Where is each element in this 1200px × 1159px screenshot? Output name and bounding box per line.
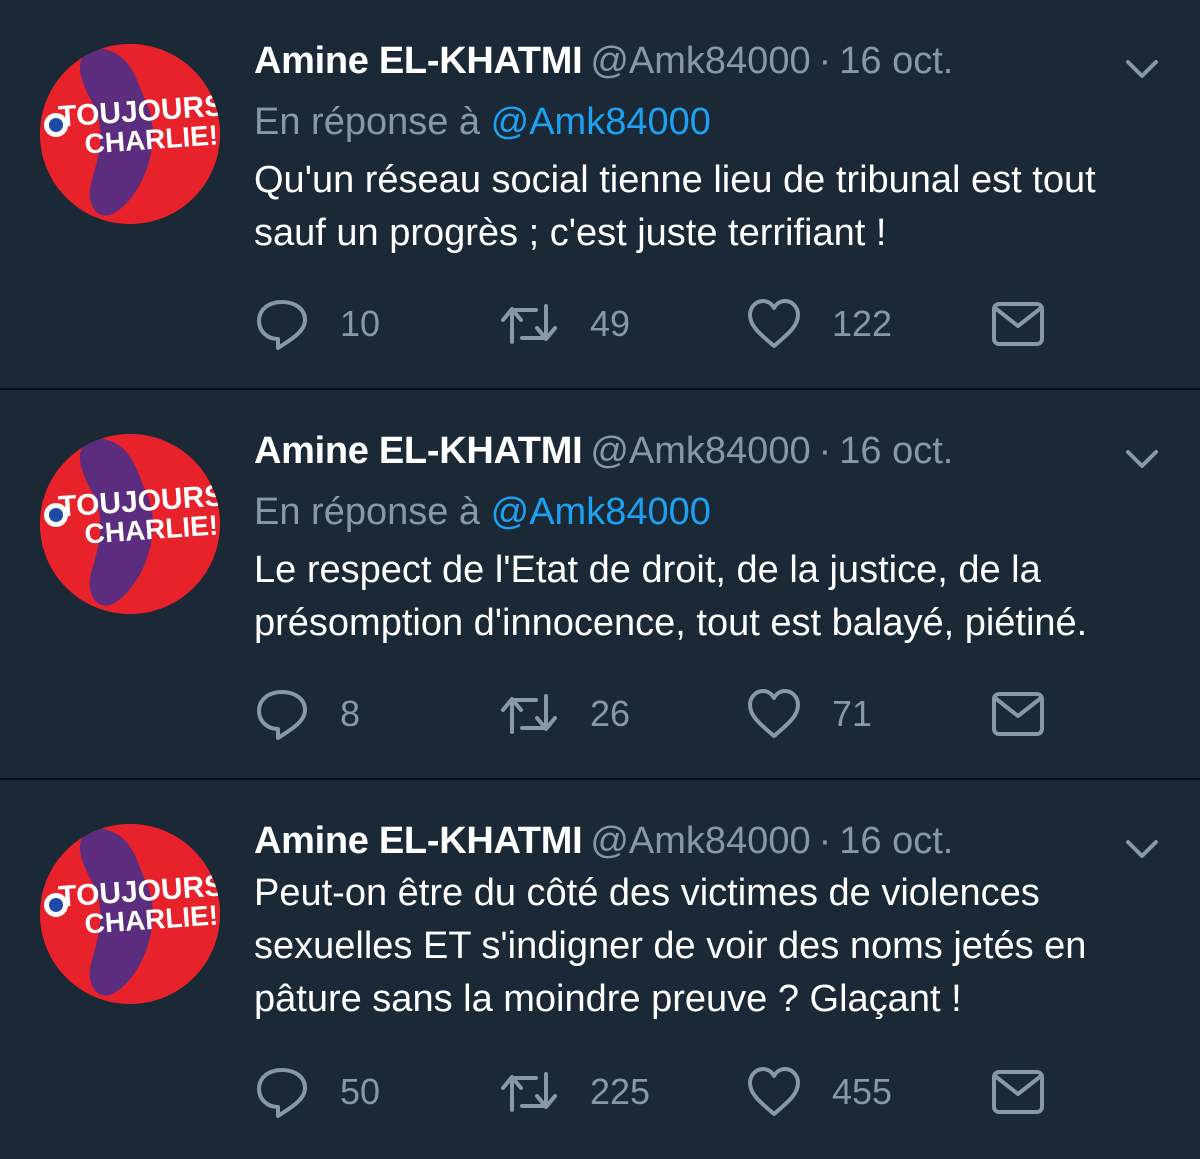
tweet-text-line: pâture sans la moindre preuve ? Glaçant … <box>254 978 962 1020</box>
reply-button[interactable]: 8 <box>254 684 360 744</box>
reply-count: 8 <box>340 693 361 734</box>
chevron-down-icon[interactable] <box>1124 444 1160 474</box>
like-count: 71 <box>832 693 873 734</box>
tweet-text-line: sexuelles ET s'indigner de voir des noms… <box>254 925 1087 967</box>
envelope-icon <box>992 302 1044 346</box>
reply-count: 10 <box>340 303 381 344</box>
retweet-count: 26 <box>590 693 631 734</box>
tweet-date[interactable]: 16 oct. <box>839 820 953 862</box>
tweet-header: Amine EL-KHATMI @Amk84000 · 16 oct. <box>254 818 953 864</box>
toujours-charlie-logo: TOUJOURS CHARLIE! <box>40 44 220 224</box>
chevron-down-icon[interactable] <box>1124 54 1160 84</box>
author-name[interactable]: Amine EL-KHATMI <box>254 40 583 82</box>
like-button[interactable]: 71 <box>746 684 872 744</box>
tweet[interactable]: TOUJOURS CHARLIE! Amine EL-KHATMI @Amk840… <box>0 0 1200 390</box>
tweet-text-line: Qu'un réseau social tienne lieu de tribu… <box>254 159 1096 201</box>
retweet-button[interactable]: 26 <box>498 684 630 744</box>
tweet-date[interactable]: 16 oct. <box>839 430 953 472</box>
tweet-text-line: Le respect de l'Etat de droit, de la jus… <box>254 549 1041 591</box>
retweet-icon <box>501 304 557 344</box>
separator-dot: · <box>818 430 832 472</box>
tweet[interactable]: TOUJOURS CHARLIE! Amine EL-KHATMI @Amk840… <box>0 390 1200 780</box>
tweet-text: Le respect de l'Etat de droit, de la jus… <box>254 544 1154 650</box>
author-handle[interactable]: @Amk84000 <box>590 430 810 472</box>
separator-dot: · <box>818 820 832 862</box>
direct-message-button[interactable] <box>990 1062 1046 1122</box>
reply-prefix: En réponse à <box>254 101 481 143</box>
avatar[interactable]: TOUJOURS CHARLIE! <box>40 434 220 614</box>
like-count: 122 <box>832 303 893 344</box>
reply-bubble-icon <box>257 690 307 740</box>
reply-context: En réponse à @Amk84000 <box>254 99 711 145</box>
reply-mention-link[interactable]: @Amk84000 <box>491 101 711 143</box>
reply-button[interactable]: 10 <box>254 294 380 354</box>
tweet-text-line: présomption d'innocence, tout est balayé… <box>254 602 1088 644</box>
avatar[interactable]: TOUJOURS CHARLIE! <box>40 824 220 1004</box>
like-count: 455 <box>832 1071 893 1112</box>
retweet-icon <box>501 694 557 734</box>
like-button[interactable]: 455 <box>746 1062 892 1122</box>
reply-context: En réponse à @Amk84000 <box>254 489 711 535</box>
tweet-date[interactable]: 16 oct. <box>839 40 953 82</box>
direct-message-button[interactable] <box>990 684 1046 744</box>
envelope-icon <box>992 692 1044 736</box>
chevron-down-icon[interactable] <box>1124 834 1160 864</box>
direct-message-button[interactable] <box>990 294 1046 354</box>
heart-icon <box>748 299 800 348</box>
heart-icon <box>748 689 800 738</box>
retweet-count: 225 <box>590 1071 651 1112</box>
author-handle[interactable]: @Amk84000 <box>590 820 810 862</box>
tweet-actions: 10 49 122 <box>254 294 1054 354</box>
tweet-text-line: Peut-on être du côté des victimes de vio… <box>254 872 1040 914</box>
tweet-text-line: sauf un progrès ; c'est juste terrifiant… <box>254 212 887 254</box>
author-name[interactable]: Amine EL-KHATMI <box>254 430 583 472</box>
toujours-charlie-logo: TOUJOURS CHARLIE! <box>40 434 220 614</box>
tweet-header: Amine EL-KHATMI @Amk84000 · 16 oct. <box>254 428 953 474</box>
author-name[interactable]: Amine EL-KHATMI <box>254 820 583 862</box>
tweet-text: Peut-on être du côté des victimes de vio… <box>254 867 1154 1026</box>
retweet-button[interactable]: 225 <box>498 1062 650 1122</box>
timeline: TOUJOURS CHARLIE! Amine EL-KHATMI @Amk840… <box>0 0 1200 1159</box>
reply-button[interactable]: 50 <box>254 1062 380 1122</box>
tweet-actions: 8 26 71 <box>254 684 1054 744</box>
tweet[interactable]: TOUJOURS CHARLIE! Amine EL-KHATMI @Amk840… <box>0 780 1200 1159</box>
tweet-actions: 50 225 455 <box>254 1062 1054 1122</box>
author-handle[interactable]: @Amk84000 <box>590 40 810 82</box>
tweet-header: Amine EL-KHATMI @Amk84000 · 16 oct. <box>254 38 953 84</box>
retweet-icon <box>501 1072 557 1112</box>
heart-icon <box>748 1067 800 1116</box>
reply-count: 50 <box>340 1071 381 1112</box>
reply-bubble-icon <box>257 300 307 350</box>
avatar[interactable]: TOUJOURS CHARLIE! <box>40 44 220 224</box>
toujours-charlie-logo: TOUJOURS CHARLIE! <box>40 824 220 1004</box>
tweet-text: Qu'un réseau social tienne lieu de tribu… <box>254 154 1154 260</box>
reply-bubble-icon <box>257 1068 307 1118</box>
envelope-icon <box>992 1070 1044 1114</box>
separator-dot: · <box>818 40 832 82</box>
reply-prefix: En réponse à <box>254 491 481 533</box>
like-button[interactable]: 122 <box>746 294 892 354</box>
retweet-button[interactable]: 49 <box>498 294 630 354</box>
retweet-count: 49 <box>590 303 631 344</box>
reply-mention-link[interactable]: @Amk84000 <box>491 491 711 533</box>
